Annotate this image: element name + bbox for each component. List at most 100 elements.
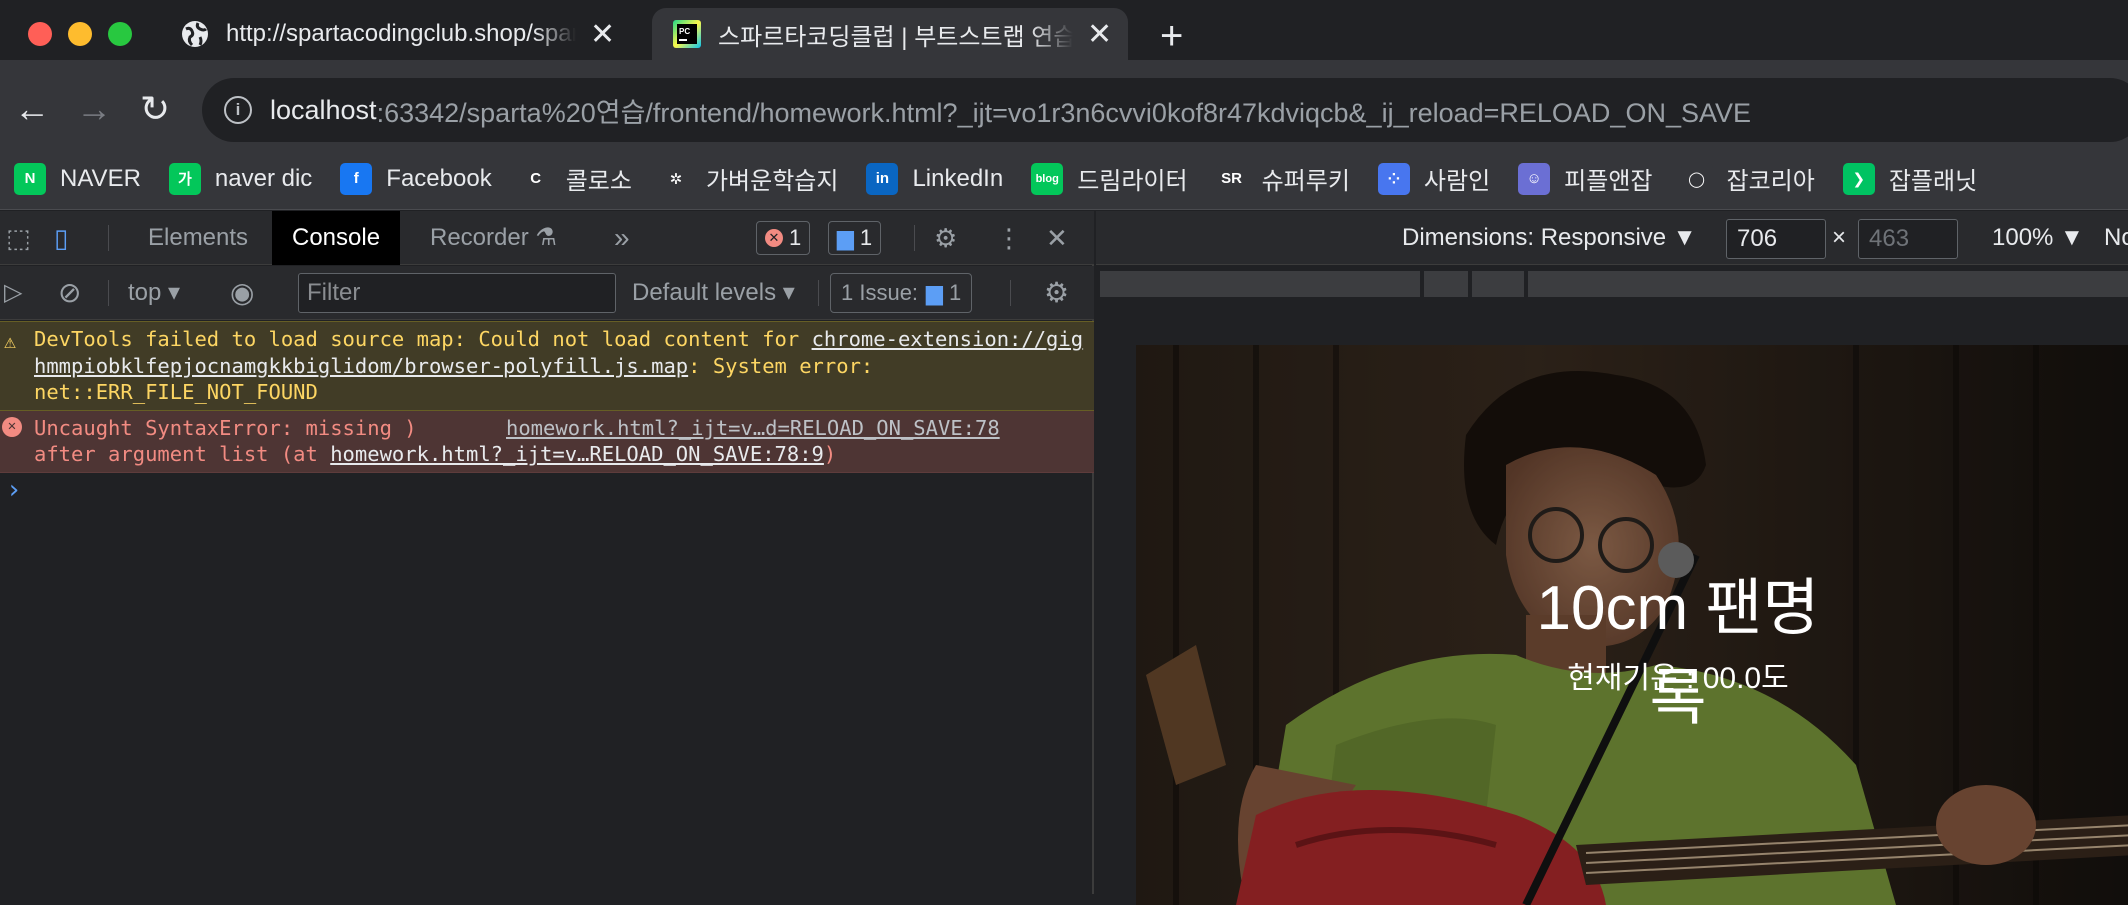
issues-button[interactable]: 1 Issue: ▆ 1 [830, 273, 973, 313]
bookmark-label: 슈퍼루키 [1261, 168, 1350, 195]
bookmark-3[interactable]: C 콜로소 [519, 161, 632, 196]
bookmark-11[interactable]: ❯ 잡플래닛 [1842, 161, 1978, 196]
flask-icon: ⚗ [535, 224, 557, 251]
console-filter-bar: ▷ ⊘ top ▾ ◉ Filter Default levels ▾ 1 Is… [0, 266, 1094, 320]
error-close-paren: ) [823, 442, 837, 466]
back-arrow-icon[interactable]: ← [14, 88, 50, 130]
peoplenjob-icon: ☺ [1518, 162, 1551, 195]
bookmark-2[interactable]: f Facebook [340, 162, 492, 195]
more-options-icon[interactable]: ⋮ [996, 223, 1022, 254]
bookmark-9[interactable]: ☺ 피플앤잡 [1518, 161, 1653, 196]
bookmark-0[interactable]: N NAVER [14, 162, 141, 195]
browser-tab-2-active[interactable]: PC 스파르타코딩클럽 | 부트스트랩 연습하기 ✕ [652, 8, 1128, 60]
clear-console-icon[interactable]: ⊘ [58, 266, 81, 320]
bookmark-label: 잡코리아 [1726, 168, 1815, 195]
message-icon: ▆ [837, 225, 854, 250]
bookmark-10[interactable]: ◯ 잡코리아 [1680, 161, 1815, 196]
facebook-icon: f [340, 162, 373, 195]
throttle-dropdown[interactable]: No [2104, 211, 2128, 265]
jobplanet-icon: ❯ [1842, 162, 1875, 195]
bookmark-6[interactable]: blog 드림라이터 [1031, 161, 1188, 196]
bookmark-4[interactable]: ✲ 가벼운학습지 [659, 161, 839, 196]
tab-elements[interactable]: Elements [128, 211, 268, 265]
issue-icon: ▆ [926, 280, 943, 305]
new-tab-button[interactable]: + [1160, 14, 1183, 59]
globe-icon [182, 21, 208, 47]
devtools-panel: ⬚ ▯ Elements Console Recorder ⚗ » ✕ 1 ▆ … [0, 211, 1094, 894]
viewport-width-input[interactable]: 706 [1726, 219, 1826, 259]
tab-console[interactable]: Console [272, 211, 401, 265]
error-source-link[interactable]: homework.html?_ijt=v…d=RELOAD_ON_SAVE:78 [506, 415, 1000, 442]
pycharm-icon: PC [673, 20, 701, 48]
context-value: top [128, 279, 162, 306]
error-text-line2: after argument list (at [34, 442, 331, 466]
message-count-badge[interactable]: ▆ 1 [828, 221, 882, 255]
live-expression-eye-icon[interactable]: ◉ [230, 266, 254, 320]
tab-recorder[interactable]: Recorder ⚗ [410, 211, 577, 265]
minimize-window-button[interactable] [68, 22, 92, 46]
bookmark-8[interactable]: ⁘ 사람인 [1377, 161, 1491, 196]
bookmark-label: Facebook [386, 164, 492, 192]
device-toolbar: Dimensions: Responsive ▼ 706 × 463 100% … [1096, 211, 2128, 265]
bookmark-7[interactable]: SR 슈퍼루키 [1215, 161, 1350, 196]
browser-tab-1[interactable]: http://spartacodingclub.shop/sparta ✕ [180, 8, 640, 60]
zoom-dropdown[interactable]: 100% ▼ [1992, 211, 2084, 265]
warning-text: DevTools failed to load source map: Coul… [34, 327, 812, 351]
inspect-element-icon[interactable]: ⬚ [6, 223, 31, 254]
context-selector[interactable]: top ▾ [128, 266, 180, 320]
tab-strip: http://spartacodingclub.shop/sparta ✕ PC… [0, 0, 2128, 60]
console-settings-gear-icon[interactable]: ⚙ [1044, 266, 1069, 320]
bookmarks-bar: N NAVER 가 naver dic f Facebook C 콜로소 ✲ 가벼운학습지 in Li… [0, 148, 2128, 210]
bookmark-label: 사람인 [1423, 168, 1491, 195]
current-temperature: 현재기온 : 00.0도 [1567, 662, 1789, 695]
error-icon: ✕ [2, 416, 22, 437]
times-sign: × [1832, 224, 1847, 251]
close-window-button[interactable] [28, 22, 52, 46]
bookmark-label: LinkedIn [912, 164, 1004, 192]
maximize-window-button[interactable] [108, 22, 132, 46]
bookmark-label: naver dic [214, 164, 313, 192]
media-query-bar[interactable] [1100, 271, 2128, 297]
sidebar-toggle-icon[interactable]: ▷ [4, 266, 22, 320]
error-icon: ✕ [765, 229, 783, 247]
close-tab-icon[interactable]: ✕ [590, 17, 615, 52]
more-tabs-icon[interactable]: » [594, 211, 650, 265]
console-warning-message: ⚠ DevTools failed to load source map: Co… [0, 321, 1094, 411]
console-filter-input[interactable]: Filter [298, 273, 616, 313]
address-bar[interactable]: i localhost:63342/sparta%20연습/frontend/h… [202, 78, 2128, 142]
superookie-icon: SR [1215, 162, 1248, 195]
bookmark-label: 가벼운학습지 [705, 168, 839, 195]
knot-icon: ✲ [659, 162, 692, 195]
url-path: :63342/sparta%20연습/frontend/homework.htm… [376, 97, 1751, 128]
log-levels-dropdown[interactable]: Default levels ▾ [632, 266, 795, 320]
message-count: 1 [859, 225, 873, 250]
viewport-height-input[interactable]: 463 [1858, 219, 1958, 259]
reload-icon[interactable]: ↻ [140, 88, 170, 130]
settings-gear-icon[interactable]: ⚙ [934, 223, 957, 254]
issues-label: 1 Issue: [841, 280, 919, 305]
error-location-link[interactable]: homework.html?_ijt=v…RELOAD_ON_SAVE:78:9 [330, 442, 824, 466]
dimensions-dropdown[interactable]: Dimensions: Responsive ▼ [1402, 211, 1697, 265]
bookmark-label: 드림라이터 [1077, 168, 1188, 195]
tab-title: http://spartacodingclub.shop/sparta [226, 20, 576, 47]
device-emulation-pane: Dimensions: Responsive ▼ 706 × 463 100% … [1096, 211, 2128, 905]
close-tab-icon[interactable]: ✕ [1087, 17, 1112, 52]
device-toolbar-icon[interactable]: ▯ [54, 223, 68, 254]
site-info-icon[interactable]: i [224, 96, 252, 124]
console-prompt[interactable]: › [0, 476, 1094, 504]
url-host: localhost [270, 94, 377, 125]
bookmark-label: 잡플래닛 [1888, 168, 1978, 195]
bookmark-5[interactable]: in LinkedIn [866, 162, 1004, 195]
bookmark-label: 콜로소 [565, 168, 632, 195]
linkedin-icon: in [866, 162, 899, 195]
console-error-message: ✕ Uncaught SyntaxError: missing ) homewo… [0, 410, 1094, 473]
error-count-badge[interactable]: ✕ 1 [756, 221, 811, 255]
naver-icon: N [14, 162, 46, 195]
close-devtools-icon[interactable]: ✕ [1046, 223, 1068, 254]
saramin-icon: ⁘ [1377, 162, 1410, 195]
tab-title: 스파르타코딩클럽 | 부트스트랩 연습하기 [718, 23, 1073, 51]
forward-arrow-icon[interactable]: → [76, 88, 112, 130]
bookmark-1[interactable]: 가 naver dic [168, 162, 313, 195]
coloso-icon: C [519, 162, 552, 195]
log-levels-label: Default levels [632, 279, 777, 306]
